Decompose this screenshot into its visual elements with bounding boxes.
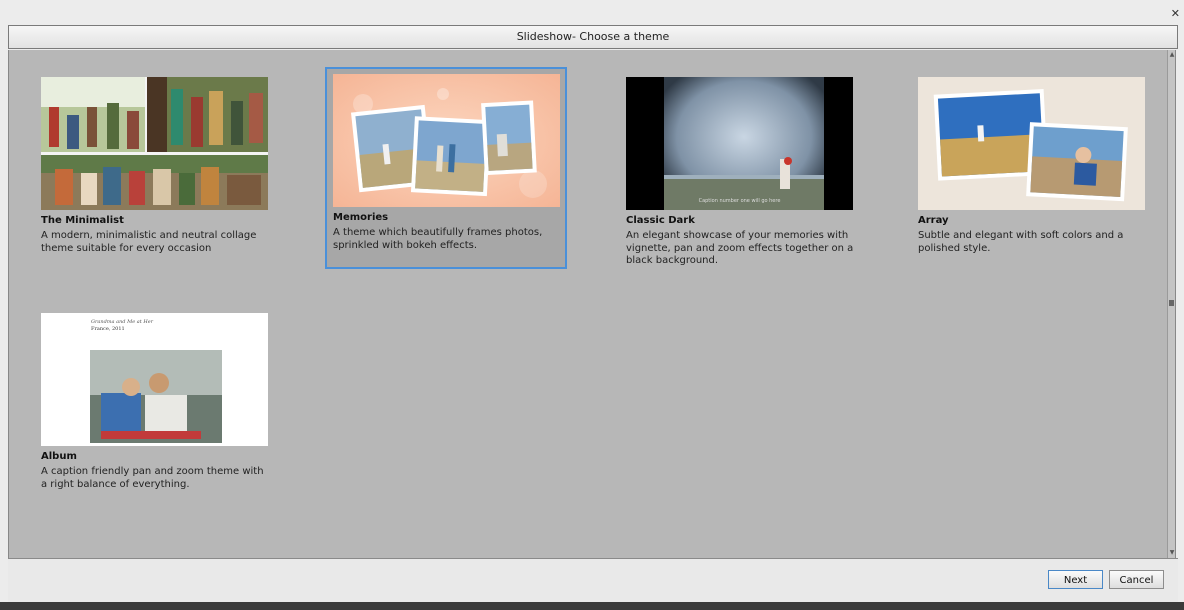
theme-card-array[interactable]: Array Subtle and elegant with soft color… — [910, 70, 1152, 272]
theme-description: A theme which beautifully frames photos,… — [333, 227, 543, 251]
dialog-footer: Next Cancel — [8, 558, 1178, 602]
classic-dark-thumbnail: Caption number one will go here — [626, 77, 853, 210]
album-caption-line1: Grandma and Me at Her — [91, 319, 154, 325]
theme-name: Classic Dark — [626, 215, 695, 226]
close-icon[interactable]: ✕ — [1171, 8, 1180, 19]
theme-description: Subtle and elegant with soft colors and … — [918, 230, 1124, 254]
scrollbar-thumb[interactable] — [1169, 300, 1174, 306]
cancel-button[interactable]: Cancel — [1109, 570, 1164, 589]
minimalist-thumbnail — [41, 77, 268, 210]
album-caption-line2: France, 2011 — [91, 326, 125, 332]
album-thumbnail: Grandma and Me at Her France, 2011 — [41, 313, 268, 446]
dialog-title: Slideshow- Choose a theme — [8, 25, 1178, 49]
theme-card-album[interactable]: Grandma and Me at Her France, 2011 Album… — [33, 306, 275, 508]
theme-card-minimalist[interactable]: The Minimalist A modern, minimalistic an… — [33, 70, 275, 272]
scroll-up-icon[interactable]: ▲ — [1169, 52, 1175, 58]
next-button[interactable]: Next — [1048, 570, 1103, 589]
memories-thumbnail — [333, 74, 560, 207]
theme-description: An elegant showcase of your memories wit… — [626, 230, 854, 266]
theme-name: Memories — [333, 212, 389, 223]
theme-description: A modern, minimalistic and neutral colla… — [41, 230, 257, 254]
theme-gallery: The Minimalist A modern, minimalistic an… — [8, 50, 1176, 558]
theme-name: Array — [918, 215, 949, 226]
vertical-scrollbar[interactable]: ▲ ▼ — [1167, 50, 1175, 558]
theme-name: Album — [41, 451, 77, 462]
array-thumbnail — [918, 77, 1145, 210]
window-top-strip — [0, 0, 1184, 8]
classic-dark-caption: Caption number one will go here — [698, 198, 781, 204]
scroll-down-icon[interactable]: ▼ — [1169, 550, 1175, 556]
theme-card-memories[interactable]: Memories A theme which beautifully frame… — [325, 67, 567, 269]
theme-name: The Minimalist — [41, 215, 124, 226]
window-bottom-bar — [0, 602, 1184, 610]
theme-description: A caption friendly pan and zoom theme wi… — [41, 466, 264, 490]
theme-card-classic-dark[interactable]: Caption number one will go here Classic … — [618, 70, 860, 272]
